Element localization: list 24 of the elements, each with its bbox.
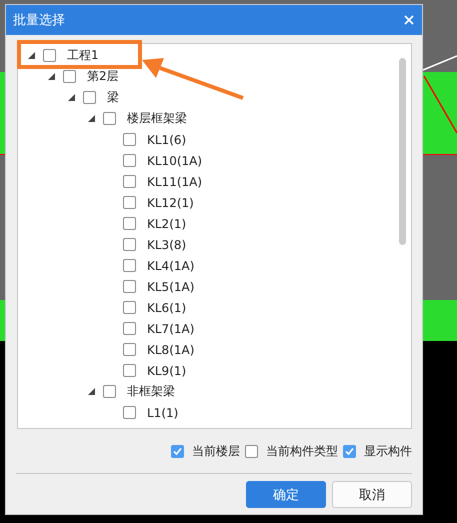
option-label[interactable]: 显示构件 [364, 442, 412, 460]
window-title: 批量选择 [13, 12, 65, 29]
tree-item-label[interactable]: KL2(1) [147, 216, 186, 230]
tree-item-label[interactable]: KL4(1A) [147, 258, 194, 272]
tree-item-label[interactable]: KL6(1) [147, 300, 186, 314]
tree-item-label[interactable]: KL7(1A) [147, 322, 194, 336]
tree-item-label[interactable]: 非框架梁 [127, 383, 175, 400]
tree-item-label[interactable]: 工程1 [67, 47, 99, 64]
ok-button[interactable]: 确定 [246, 481, 326, 508]
cancel-button[interactable]: 取消 [332, 481, 412, 508]
tree-item-label[interactable]: L1(1) [147, 406, 178, 420]
tree-item-label[interactable]: 第2层 [87, 68, 119, 85]
tree-item-label[interactable]: KL1(6) [147, 132, 186, 146]
option-label[interactable]: 当前构件类型 [266, 442, 338, 460]
tree-item-label[interactable]: KL8(1A) [147, 342, 194, 356]
tree-item-label[interactable]: 梁 [107, 89, 119, 106]
tree-item-label[interactable]: KL11(1A) [147, 174, 202, 188]
tree-item-label[interactable]: KL10(1A) [147, 154, 202, 168]
tree-item-label[interactable]: KL9(1) [147, 364, 186, 378]
tree-item-label[interactable]: KL3(8) [147, 238, 186, 252]
option-label[interactable]: 当前楼层 [192, 442, 240, 460]
tree-item-label[interactable]: KL12(1) [147, 196, 194, 210]
tree-item-label[interactable]: KL5(1A) [147, 280, 194, 294]
tree-item-label[interactable]: 楼层框架梁 [127, 110, 187, 127]
